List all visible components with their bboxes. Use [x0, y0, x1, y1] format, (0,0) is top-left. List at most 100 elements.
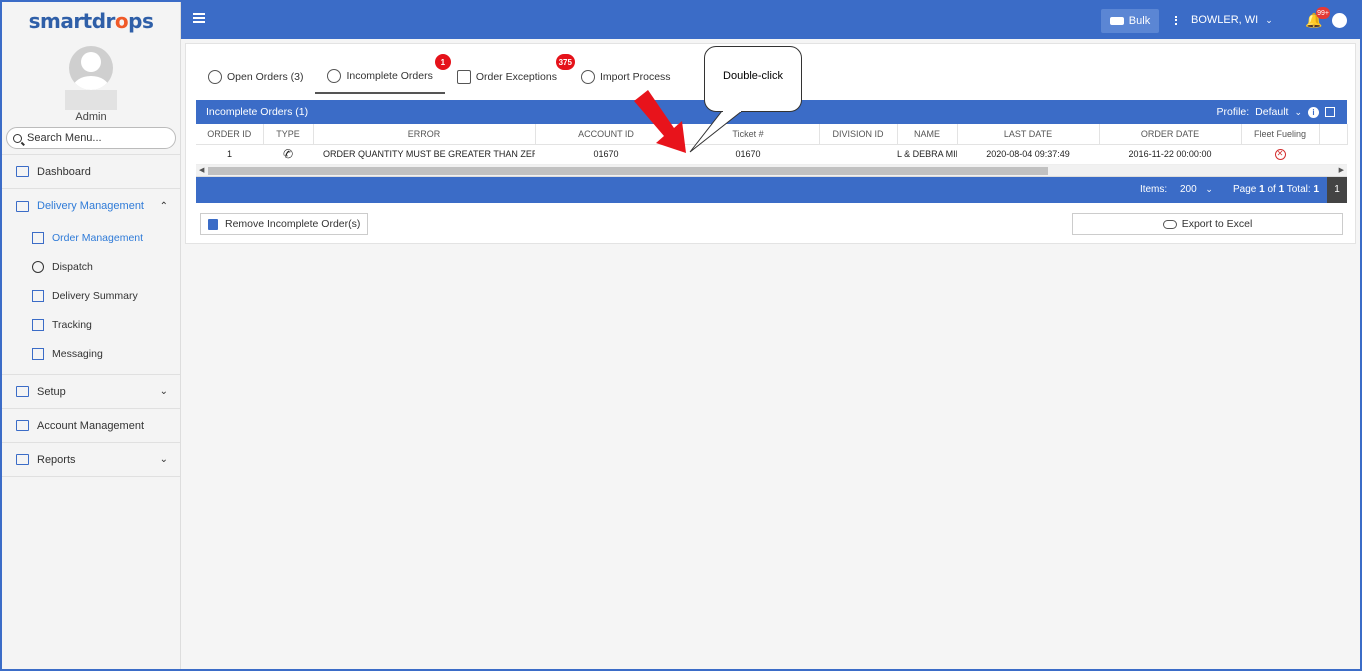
- scroll-right-icon[interactable]: ▶: [1339, 166, 1344, 174]
- sidebar-subitem-dispatch[interactable]: Dispatch: [2, 252, 180, 281]
- tab-order-exceptions[interactable]: Order Exceptions 375: [445, 54, 575, 94]
- info-icon[interactable]: i: [1308, 106, 1319, 118]
- reports-icon: [16, 454, 29, 465]
- horizontal-scrollbar[interactable]: ◀ ▶: [196, 164, 1347, 177]
- logo-text-a: smartdr: [28, 9, 116, 33]
- column-header[interactable]: TYPE: [263, 124, 314, 145]
- logo-text-b: o: [114, 9, 129, 33]
- column-header-spacer: [1319, 124, 1348, 145]
- column-header[interactable]: NAME: [897, 124, 958, 145]
- location-selector[interactable]: BOWLER, WI ⌄: [1175, 14, 1273, 26]
- tab-label: Incomplete Orders: [346, 70, 433, 82]
- column-header[interactable]: ACCOUNT ID: [535, 124, 678, 145]
- column-header[interactable]: ERROR: [313, 124, 536, 145]
- sidebar-item-label: Delivery Management: [37, 200, 144, 212]
- tab-import-process[interactable]: Import Process: [569, 60, 683, 94]
- sidebar-item-delivery-management[interactable]: Delivery Management ⌃: [2, 189, 180, 223]
- tab-label: Open Orders (3): [227, 71, 304, 83]
- sidebar-item-label: Setup: [37, 385, 66, 398]
- hamburger-menu-icon[interactable]: [193, 13, 205, 23]
- message-icon: [32, 347, 44, 360]
- cell-spacer: [1319, 144, 1347, 165]
- sidebar-subitem-delivery-summary[interactable]: Delivery Summary: [2, 281, 180, 310]
- orders-grid: Incomplete Orders (1) Profile: Default ⌄…: [196, 100, 1348, 203]
- profile-value[interactable]: Default: [1255, 106, 1288, 118]
- orders-table: ORDER ID TYPE ERROR ACCOUNT ID Ticket # …: [196, 124, 1348, 165]
- tab-label: Import Process: [599, 71, 671, 83]
- grid-title: Incomplete Orders (1): [206, 106, 309, 118]
- chevron-up-icon[interactable]: ⌃: [160, 201, 168, 212]
- tab-bar: Open Orders (3) Incomplete Orders 1 Orde…: [196, 54, 683, 94]
- sidebar-item-reports[interactable]: Reports ⌄: [2, 443, 180, 477]
- order-icon: [208, 70, 222, 84]
- page-button[interactable]: 1: [1327, 176, 1347, 203]
- search-menu-input[interactable]: Search Menu...: [6, 127, 176, 149]
- truck-icon: [1109, 17, 1124, 25]
- page-prefix: Page: [1232, 184, 1257, 195]
- user-name: Admin: [75, 111, 107, 123]
- cell-order-date: 2016-11-22 00:00:00: [1099, 144, 1241, 165]
- location-label: BOWLER, WI: [1191, 14, 1259, 26]
- column-header[interactable]: DIVISION ID: [819, 124, 898, 145]
- chevron-down-icon[interactable]: ⌄: [160, 386, 168, 397]
- total-value: 1: [1313, 184, 1319, 195]
- bulk-button[interactable]: Bulk: [1101, 9, 1159, 33]
- trash-icon: [208, 218, 218, 230]
- column-header[interactable]: Fleet Fueling: [1241, 124, 1320, 145]
- avatar: [69, 46, 113, 90]
- cell-name: L & DEBRA MILI: [897, 144, 957, 165]
- save-icon[interactable]: [1325, 107, 1335, 117]
- scrollbar-thumb[interactable]: [208, 166, 1048, 175]
- callout-text: Double-click: [723, 70, 783, 82]
- column-header[interactable]: ORDER ID: [196, 124, 264, 145]
- sidebar-item-label: Reports: [37, 453, 76, 466]
- user-avatar-icon[interactable]: [1332, 13, 1347, 28]
- column-header[interactable]: ORDER DATE: [1099, 124, 1242, 145]
- sidebar-subitem-order-management[interactable]: Order Management: [2, 223, 180, 252]
- sidebar-item-label: Dashboard: [37, 165, 91, 178]
- scroll-left-icon[interactable]: ◀: [199, 166, 204, 174]
- sidebar-subitem-label: Order Management: [52, 231, 144, 244]
- chevron-down-icon: ⌄: [1265, 14, 1273, 25]
- export-label: Export to Excel: [1181, 218, 1253, 230]
- sidebar-subitem-label: Delivery Summary: [52, 289, 138, 302]
- chevron-down-icon[interactable]: ⌄: [1294, 107, 1302, 118]
- export-to-excel-button[interactable]: Export to Excel: [1072, 213, 1343, 235]
- sidebar-item-dashboard[interactable]: Dashboard: [2, 155, 180, 189]
- sidebar-item-account-management[interactable]: Account Management: [2, 409, 180, 443]
- table-row[interactable]: 1 ✆ ORDER QUANTITY MUST BE GREATER THAN …: [196, 144, 1347, 165]
- remove-incomplete-orders-button[interactable]: Remove Incomplete Order(s): [200, 213, 369, 235]
- logo[interactable]: smartdr o ps: [2, 2, 180, 40]
- sidebar-item-setup[interactable]: Setup ⌄: [2, 375, 180, 409]
- location-icon: [1175, 15, 1185, 25]
- page-of: of: [1267, 184, 1276, 195]
- column-header[interactable]: LAST DATE: [957, 124, 1100, 145]
- top-bar: Bulk BOWLER, WI ⌄ 🔔 99+: [181, 2, 1360, 39]
- exceptions-icon: [456, 70, 471, 84]
- avatar-placeholder-bar: [65, 90, 117, 110]
- cell-last-date: 2020-08-04 09:37:49: [957, 144, 1099, 165]
- cloud-upload-icon: [580, 70, 595, 84]
- cell-division-id: [819, 144, 897, 165]
- column-header[interactable]: Ticket #: [677, 124, 820, 145]
- chevron-down-icon[interactable]: ⌄: [160, 454, 168, 465]
- tab-incomplete-orders[interactable]: Incomplete Orders 1: [315, 54, 451, 94]
- cell-fleet-fueling: ✕: [1241, 144, 1319, 165]
- accounts-icon: [16, 420, 29, 431]
- order-icon: [327, 69, 342, 83]
- items-per-page[interactable]: Items: 200 ⌄: [1140, 184, 1213, 195]
- cloud-upload-icon: [1162, 219, 1177, 229]
- table-header-row: ORDER ID TYPE ERROR ACCOUNT ID Ticket # …: [196, 124, 1348, 145]
- cell-ticket: 01670: [677, 144, 819, 165]
- tab-label: Order Exceptions: [475, 71, 557, 83]
- sidebar-subitem-tracking[interactable]: Tracking: [2, 310, 180, 339]
- profile-selector: Profile: Default ⌄ i: [1216, 100, 1335, 124]
- sidebar-subitem-messaging[interactable]: Messaging: [2, 339, 180, 368]
- sidebar-subitem-label: Dispatch: [52, 260, 93, 273]
- page-current: 1: [1259, 184, 1265, 195]
- x-circle-icon: ✕: [1274, 148, 1286, 160]
- tab-open-orders[interactable]: Open Orders (3): [196, 60, 315, 94]
- truck-icon: [16, 200, 29, 212]
- sidebar-subitem-label: Tracking: [52, 318, 92, 331]
- items-value: 200: [1179, 184, 1197, 195]
